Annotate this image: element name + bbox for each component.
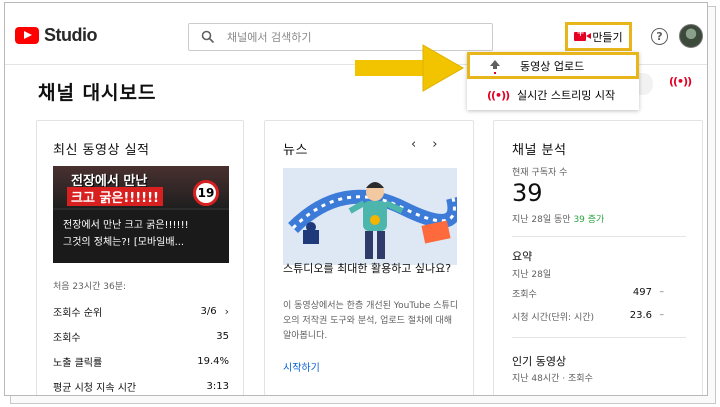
go-live-label: 실시간 스트리밍 시작 bbox=[517, 89, 616, 102]
video-thumbnail[interactable]: 전장에서 만난 크고 굵은!!!!!! 19 전장에서 만난 크고 굵은!!!!… bbox=[53, 166, 229, 263]
logo-text: Studio bbox=[44, 25, 98, 45]
card-title: 뉴스 bbox=[283, 143, 308, 158]
chevron-right-icon[interactable]: › bbox=[432, 137, 437, 152]
metric-row-rank[interactable]: 조회수 순위 3/6 › bbox=[53, 299, 229, 324]
help-icon[interactable]: ? bbox=[651, 28, 668, 45]
chevron-left-icon[interactable]: ‹ bbox=[411, 137, 416, 152]
live-stream-icon[interactable]: ((•)) bbox=[669, 75, 692, 88]
caption-line-2: 그것의 정체는?! [모바일배... bbox=[63, 237, 185, 248]
news-headline: 스튜디오를 최대한 활용하고 싶나요? bbox=[283, 262, 452, 275]
menu-edge bbox=[639, 73, 653, 95]
summary-row-views: 조회수 497 – bbox=[512, 287, 664, 300]
age-rating-badge: 19 bbox=[193, 180, 219, 206]
row-label: 시청 시간(단위: 시간) bbox=[512, 313, 595, 323]
channel-analytics-card: 채널 분석 현재 구독자 수 39 지난 28일 동안 39 증가 요약 지난 … bbox=[493, 120, 703, 395]
get-started-link[interactable]: 시작하기 bbox=[283, 359, 320, 374]
metric-value: 3/6 bbox=[200, 306, 217, 317]
card-title: 최신 동영상 실적 bbox=[53, 143, 150, 158]
create-label: 만들기 bbox=[592, 30, 623, 44]
upload-icon bbox=[488, 59, 502, 73]
page-title: 채널 대시보드 bbox=[38, 82, 157, 104]
create-menu: 동영상 업로드 ((•)) 실시간 스트리밍 시작 bbox=[467, 52, 639, 110]
news-illustration[interactable] bbox=[283, 168, 457, 265]
create-button[interactable]: 만들기 bbox=[565, 22, 632, 51]
subscribers-change: 지난 28일 동안 39 증가 bbox=[512, 212, 604, 225]
metric-row-avg-duration: 평균 시청 지속 시간 3:13 bbox=[53, 374, 229, 395]
go-live-item[interactable]: ((•)) 실시간 스트리밍 시작 bbox=[467, 82, 639, 108]
news-card: 뉴스 ‹ › 스튜디오를 최대한 활용하고 싶나요? 이 동영상에서는 한층 개… bbox=[264, 120, 474, 395]
chevron-right-icon: › bbox=[224, 305, 229, 318]
metric-value: 35 bbox=[216, 331, 229, 342]
metric-row-views: 조회수 35 bbox=[53, 324, 229, 349]
row-value: 23.6 bbox=[629, 310, 652, 321]
search-icon bbox=[201, 30, 215, 44]
news-nav: ‹ › bbox=[411, 137, 437, 152]
metric-row-ctr: 노출 클릭률 19.4% bbox=[53, 349, 229, 374]
divider bbox=[512, 236, 686, 237]
row-label: 조회수 bbox=[512, 290, 537, 300]
upload-video-item[interactable]: 동영상 업로드 bbox=[467, 52, 639, 79]
screenshot-frame: Studio 만들기 ? 채널 대시보드 ((•)) 최신 동영상 실적 전장에… bbox=[4, 2, 708, 396]
film-person-illustration bbox=[283, 168, 457, 265]
change-prefix: 지난 28일 동안 bbox=[512, 215, 574, 225]
card-title: 채널 분석 bbox=[512, 143, 567, 158]
metric-label: 평균 시청 지속 시간 bbox=[53, 383, 137, 394]
upload-label: 동영상 업로드 bbox=[520, 59, 585, 73]
change-value: 39 증가 bbox=[573, 215, 605, 225]
youtube-play-icon bbox=[15, 27, 39, 44]
summary-title: 요약 bbox=[512, 250, 533, 263]
popular-videos-title: 인기 동영상 bbox=[512, 355, 567, 368]
row-trend: – bbox=[659, 287, 665, 297]
row-trend: – bbox=[659, 310, 665, 320]
metric-label: 노출 클릭률 bbox=[53, 358, 103, 369]
since-label: 처음 23시간 36분: bbox=[53, 282, 127, 292]
metric-value: 3:13 bbox=[206, 381, 229, 392]
latest-video-card: 최신 동영상 실적 전장에서 만난 크고 굵은!!!!!! 19 전장에서 만난… bbox=[36, 120, 244, 395]
studio-logo[interactable]: Studio bbox=[15, 25, 98, 46]
caption-line-1: 전장에서 만난 크고 굵은!!!!!! bbox=[63, 220, 189, 231]
summary-period: 지난 28일 bbox=[512, 270, 552, 280]
pointer-arrow-icon bbox=[355, 44, 465, 92]
subscribers-count: 39 bbox=[512, 179, 543, 207]
metric-label: 조회수 순위 bbox=[53, 308, 103, 319]
metric-list: 조회수 순위 3/6 › 조회수 35 노출 클릭률 19.4% 평균 시청 지속… bbox=[53, 299, 229, 395]
row-value: 497 bbox=[632, 287, 652, 298]
summary-row-watch-time: 시청 시간(단위: 시간) 23.6 – bbox=[512, 310, 664, 323]
thumbnail-caption: 전장에서 만난 크고 굵은!!!!!! 그것의 정체는?! [모바일배... bbox=[53, 210, 229, 263]
news-body: 이 동영상에서는 한층 개선된 YouTube 스튜디오의 저작권 도구와 분석… bbox=[283, 301, 459, 341]
divider bbox=[512, 337, 686, 338]
popular-videos-sub: 지난 48시간 · 조회수 bbox=[512, 374, 593, 384]
create-video-icon bbox=[574, 28, 592, 41]
metric-label: 조회수 bbox=[53, 333, 81, 344]
search-input[interactable] bbox=[227, 30, 467, 44]
thumbnail-text-2: 크고 굵은!!!!!! bbox=[67, 187, 163, 206]
avatar[interactable] bbox=[679, 24, 703, 48]
subscribers-label: 현재 구독자 수 bbox=[512, 168, 568, 178]
live-icon: ((•)) bbox=[487, 88, 510, 102]
metric-value: 19.4% bbox=[197, 356, 229, 367]
